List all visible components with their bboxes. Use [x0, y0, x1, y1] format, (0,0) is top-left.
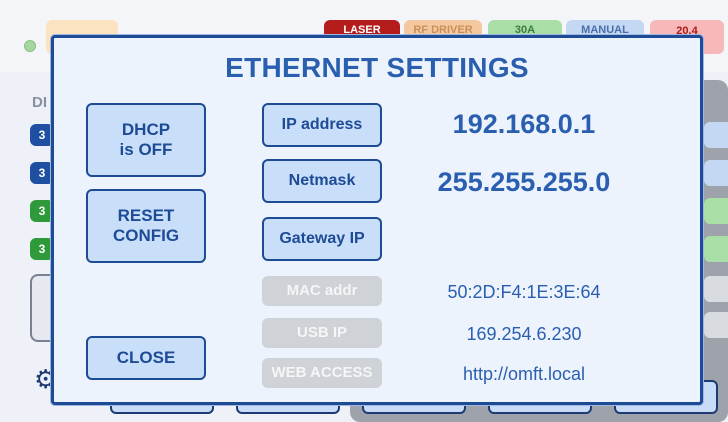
ip-address-button[interactable]: IP address [262, 103, 382, 147]
side-label: DI [32, 94, 47, 111]
ethernet-settings-dialog: ETHERNET SETTINGS DHCP is OFF RESET CONF… [51, 35, 703, 405]
mac-addr-button: MAC addr [262, 276, 382, 306]
dialog-title: ETHERNET SETTINGS [225, 52, 529, 83]
web-access-button: WEB ACCESS [262, 358, 382, 388]
ip-address-value: 192.168.0.1 [452, 109, 596, 139]
netmask-button[interactable]: Netmask [262, 159, 382, 203]
gateway-ip-button[interactable]: Gateway IP [262, 217, 382, 261]
panel-stripe [704, 122, 728, 148]
mac-addr-value: 50:2D:F4:1E:3E:64 [447, 282, 601, 302]
web-access-value: http://omft.local [462, 364, 586, 384]
usb-ip-button: USB IP [262, 318, 382, 348]
panel-stripe [704, 276, 728, 302]
status-indicator [24, 40, 36, 52]
usb-ip-value: 169.254.6.230 [466, 324, 582, 344]
netmask-value: 255.255.255.0 [437, 167, 611, 197]
panel-stripe [704, 198, 728, 224]
panel-stripe [704, 236, 728, 262]
reset-config-button[interactable]: RESET CONFIG [86, 189, 206, 263]
dhcp-toggle-button[interactable]: DHCP is OFF [86, 103, 206, 177]
close-button[interactable]: CLOSE [86, 336, 206, 380]
panel-stripe [704, 312, 728, 338]
panel-stripe [704, 160, 728, 186]
